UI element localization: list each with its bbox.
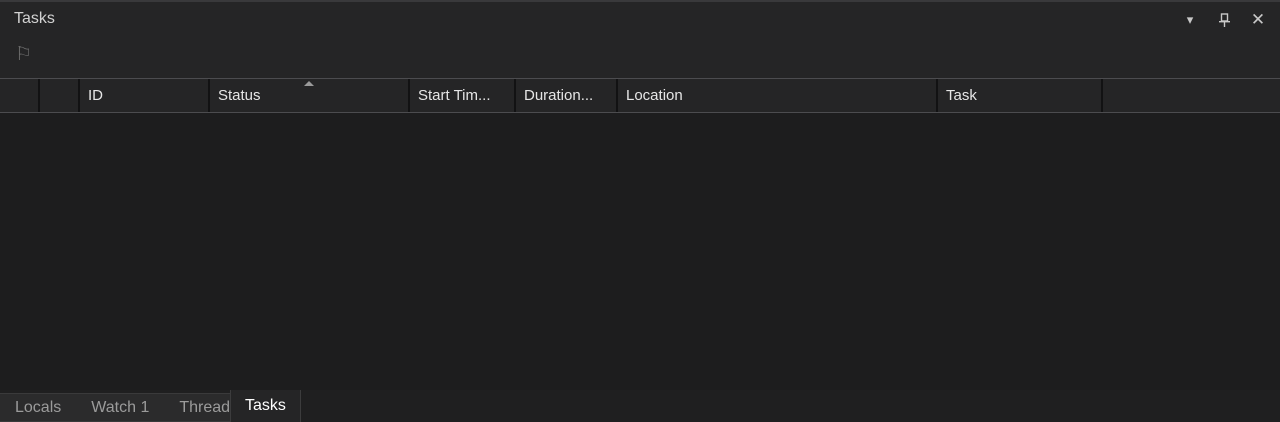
header-task[interactable]: Task: [938, 79, 1103, 112]
tab-watch-1[interactable]: Watch 1: [76, 394, 164, 421]
tasks-grid: ID Status Start Tim... Duration... Locat…: [0, 78, 1280, 392]
grid-header-row: ID Status Start Tim... Duration... Locat…: [0, 78, 1280, 113]
bottom-tabstrip: Locals Watch 1 Threads Tasks: [0, 390, 1280, 422]
tab-locals[interactable]: Locals: [0, 394, 76, 421]
flag-filter-icon[interactable]: ⚐: [15, 43, 32, 66]
window-title: Tasks: [14, 10, 55, 28]
header-filler: [1103, 79, 1280, 112]
header-blank-column[interactable]: [40, 79, 80, 112]
header-start-time[interactable]: Start Tim...: [410, 79, 516, 112]
tasks-tool-window: Tasks ▾ ✕ ⚐ ID: [0, 0, 1280, 422]
header-status[interactable]: Status: [210, 79, 410, 112]
pin-icon[interactable]: [1212, 8, 1236, 32]
header-id[interactable]: ID: [80, 79, 210, 112]
window-menu-chevron-icon[interactable]: ▾: [1178, 8, 1202, 32]
header-location[interactable]: Location: [618, 79, 938, 112]
header-duration[interactable]: Duration...: [516, 79, 618, 112]
titlebar: Tasks ▾ ✕: [0, 2, 1280, 38]
sort-ascending-icon: [304, 81, 314, 86]
toolbar: ⚐: [0, 38, 1280, 78]
tab-tasks[interactable]: Tasks: [230, 390, 301, 422]
close-icon[interactable]: ✕: [1246, 8, 1270, 32]
titlebar-buttons: ▾ ✕: [1178, 8, 1270, 32]
header-flag-column[interactable]: [3, 79, 40, 112]
